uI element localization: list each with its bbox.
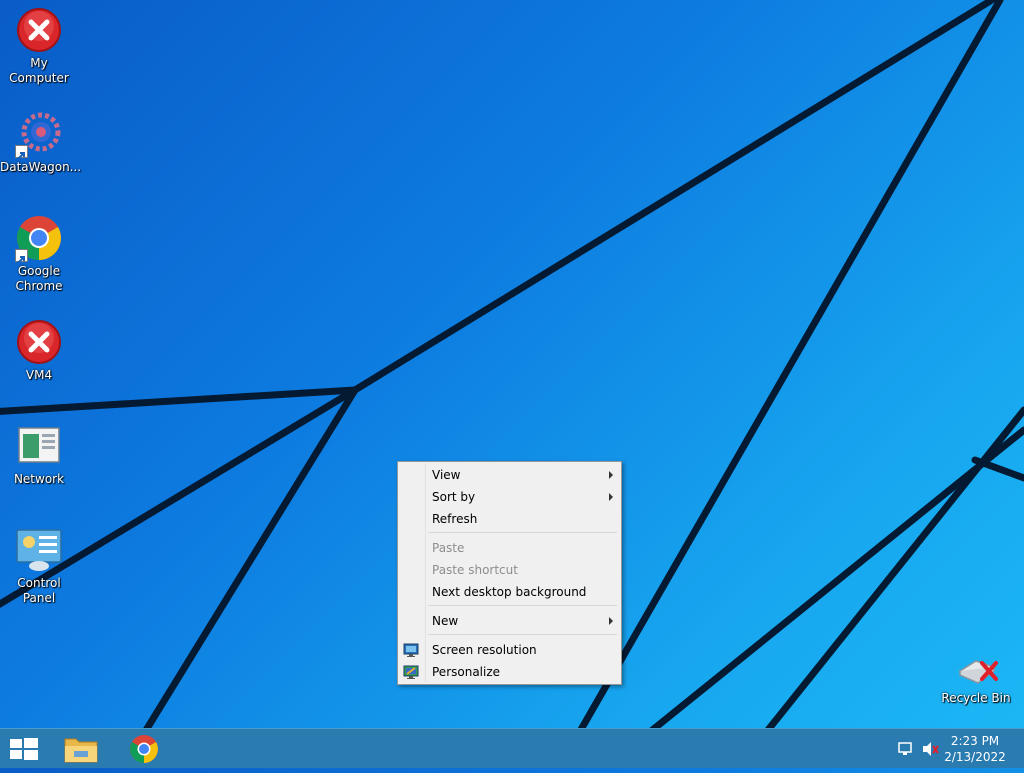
menu-item-label: Personalize: [432, 665, 501, 679]
menu-item-label: Next desktop background: [432, 585, 587, 599]
menu-item-label: Refresh: [432, 512, 478, 526]
tray-network-icon[interactable]: [896, 729, 916, 769]
desktop-icon-datawagon[interactable]: DataWagon...: [0, 104, 82, 175]
desktop-icon-control-panel[interactable]: Control Panel: [0, 520, 78, 606]
desktop-icon-label: Network: [13, 472, 65, 486]
gear-icon: [15, 110, 63, 160]
desktop-icon-my-computer[interactable]: My Computer: [0, 0, 78, 86]
error-icon: [15, 6, 63, 54]
shortcut-arrow-icon: [15, 249, 28, 264]
menu-separator: [428, 634, 617, 635]
menu-item-personalize[interactable]: Personalize: [400, 661, 619, 683]
control-panel-icon: [15, 526, 63, 574]
desktop-icon-vm4[interactable]: VM4: [0, 312, 78, 383]
desktop-icon-label: Control Panel: [17, 576, 61, 605]
folder-icon: [64, 738, 98, 763]
menu-item-label: Sort by: [432, 490, 476, 504]
menu-item-refresh[interactable]: Refresh: [400, 508, 619, 530]
submenu-arrow-icon: [609, 493, 613, 501]
menu-item-view[interactable]: View: [400, 464, 619, 486]
submenu-arrow-icon: [609, 617, 613, 625]
desktop-icon-network[interactable]: Network: [0, 416, 78, 487]
start-button[interactable]: [0, 729, 48, 769]
desktop-icon-label: Recycle Bin: [941, 691, 1011, 705]
menu-item-next-desktop-background[interactable]: Next desktop background: [400, 581, 619, 603]
desktop-icon-label: Google Chrome: [15, 264, 63, 293]
desktop-icon-google-chrome[interactable]: Google Chrome: [0, 208, 78, 294]
desktop[interactable]: My Computer DataWagon... Google Chrome V…: [0, 0, 1024, 728]
desktop-icon-label: DataWagon...: [0, 160, 82, 174]
menu-item-screen-resolution[interactable]: Screen resolution: [400, 639, 619, 661]
desktop-icon-recycle-bin[interactable]: Recycle Bin: [937, 635, 1015, 706]
chrome-icon: [130, 735, 158, 763]
error-icon: [15, 318, 63, 366]
clock-date: 2/13/2022: [944, 750, 1006, 764]
chrome-icon: [15, 214, 63, 264]
taskbar: 2:23 PM 2/13/2022: [0, 728, 1024, 768]
menu-item-new[interactable]: New: [400, 610, 619, 632]
menu-separator: [428, 532, 617, 533]
menu-item-label: Paste: [432, 541, 465, 555]
shortcut-arrow-icon: [15, 145, 28, 160]
menu-separator: [428, 605, 617, 606]
menu-item-paste-shortcut: Paste shortcut: [400, 559, 619, 581]
desktop-context-menu: View Sort by Refresh Paste Paste shortcu…: [397, 461, 622, 685]
submenu-arrow-icon: [609, 471, 613, 479]
clock-time: 2:23 PM: [950, 734, 1000, 748]
desktop-icon-label: VM4: [25, 368, 53, 382]
recycle-bin-icon: [952, 641, 1000, 689]
desktop-icon-label: My Computer: [9, 56, 69, 85]
taskbar-google-chrome[interactable]: [120, 729, 168, 769]
menu-item-label: View: [432, 468, 461, 482]
taskbar-clock[interactable]: 2:23 PM 2/13/2022: [940, 733, 1010, 765]
taskbar-file-explorer[interactable]: [56, 729, 106, 769]
windows-logo-icon: [10, 738, 38, 760]
network-icon: [15, 422, 63, 470]
menu-item-sort-by[interactable]: Sort by: [400, 486, 619, 508]
monitor-icon: [403, 642, 419, 658]
personalize-icon: [403, 664, 419, 680]
tray-volume-muted-icon[interactable]: [920, 729, 940, 769]
menu-item-label: Screen resolution: [432, 643, 537, 657]
menu-item-paste: Paste: [400, 537, 619, 559]
menu-item-label: Paste shortcut: [432, 563, 518, 577]
menu-item-label: New: [432, 614, 459, 628]
